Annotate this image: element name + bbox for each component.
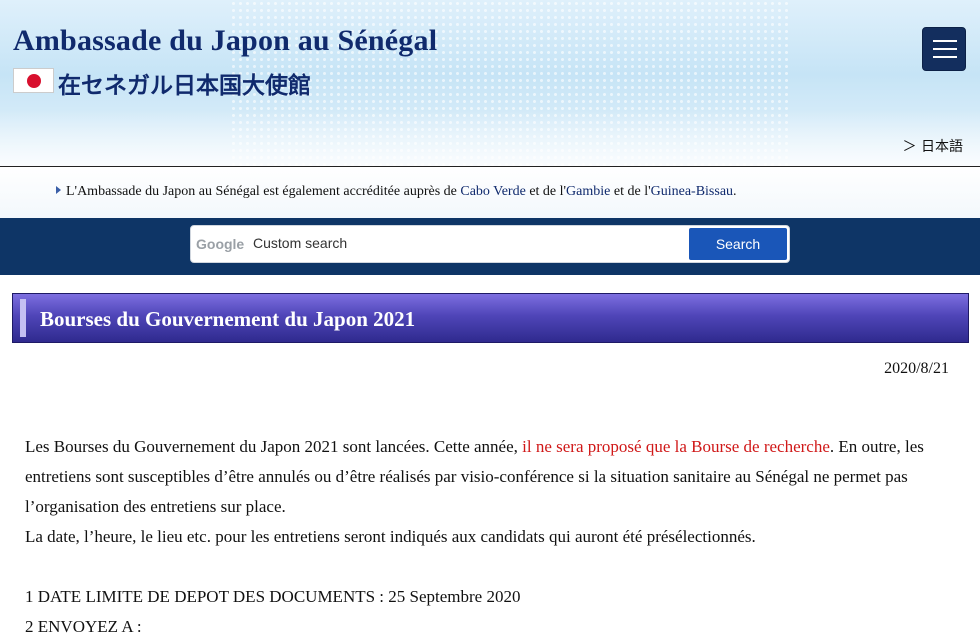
article-body: Les Bourses du Gouvernement du Japon 202… <box>25 432 955 552</box>
title-accent <box>20 299 26 337</box>
language-switch-link[interactable]: ＞ 日本語 <box>903 136 963 156</box>
site-title[interactable]: Ambassade du Japon au Sénégal <box>13 24 437 58</box>
search-placeholder: Custom search <box>253 235 348 251</box>
japan-flag-icon <box>13 68 54 93</box>
accreditation-banner: L'Ambassade du Japon au Sénégal est égal… <box>0 167 980 218</box>
link-cabo-verde[interactable]: Cabo Verde <box>460 184 525 199</box>
search-box: Google Custom search Search <box>190 225 790 263</box>
link-gambie[interactable]: Gambie <box>566 184 610 199</box>
publication-date: 2020/8/21 <box>884 360 949 377</box>
google-logo: Google <box>196 236 245 252</box>
site-header: Ambassade du Japon au Sénégal 在セネガル日本国大使… <box>0 0 980 166</box>
page-title: Bourses du Gouvernement du Japon 2021 <box>40 307 416 331</box>
bullet-arrow-icon <box>56 186 61 194</box>
list-item-deadline: 1 DATE LIMITE DE DEPOT DES DOCUMENTS : 2… <box>25 587 521 606</box>
search-bar-band: Google Custom search Search <box>0 218 980 275</box>
hamburger-menu-icon[interactable] <box>922 27 966 71</box>
article-list: 1 DATE LIMITE DE DEPOT DES DOCUMENTS : 2… <box>25 582 955 642</box>
search-button[interactable]: Search <box>689 228 787 260</box>
paragraph-intro: Les Bourses du Gouvernement du Japon 202… <box>25 437 924 516</box>
link-guinea-bissau[interactable]: Guinea-Bissau <box>651 184 733 199</box>
site-subtitle[interactable]: 在セネガル日本国大使館 <box>58 66 311 100</box>
search-input[interactable]: Google Custom search <box>191 226 686 262</box>
highlight-text: il ne sera proposé que la Bourse de rech… <box>522 437 830 456</box>
paragraph-interview-info: La date, l’heure, le lieu etc. pour les … <box>25 527 756 546</box>
accreditation-text: L'Ambassade du Japon au Sénégal est égal… <box>56 184 737 200</box>
page-title-bar: Bourses du Gouvernement du Japon 2021 <box>12 293 969 343</box>
